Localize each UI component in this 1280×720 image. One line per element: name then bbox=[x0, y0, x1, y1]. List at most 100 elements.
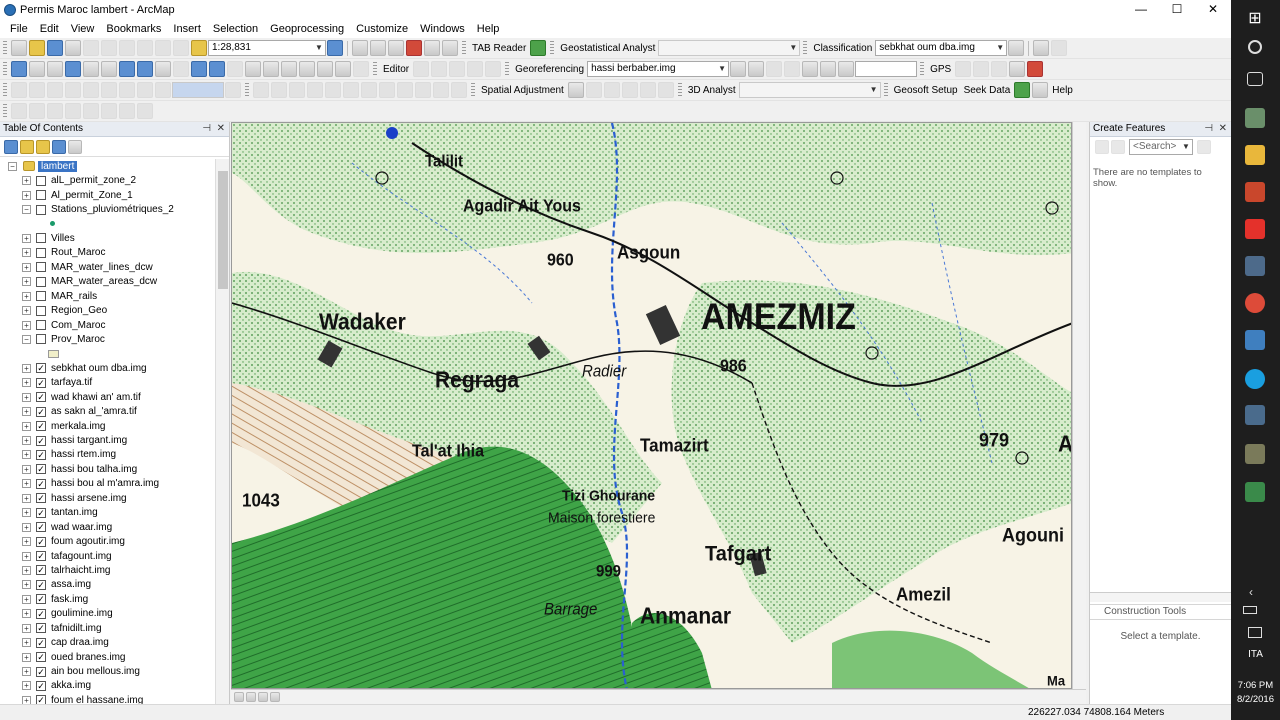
layer-name[interactable]: Rout_Maroc bbox=[51, 247, 105, 258]
toc-layer-row[interactable]: − Prov_Maroc bbox=[0, 332, 214, 346]
toc-layer-row[interactable]: + ✓ fask.img bbox=[0, 592, 214, 606]
scale-icon[interactable] bbox=[784, 61, 801, 77]
layer-visibility-checkbox[interactable]: ✓ bbox=[36, 406, 46, 417]
layer-name[interactable]: foum agoutir.img bbox=[51, 536, 125, 547]
catalog-window-icon[interactable] bbox=[370, 40, 386, 56]
layer-name[interactable]: hassi bou al m'amra.img bbox=[51, 478, 159, 489]
toc-layer-row[interactable]: + ✓ wad waar.img bbox=[0, 520, 214, 534]
error-inspector-icon[interactable] bbox=[325, 82, 341, 98]
create-viewer-window-icon[interactable] bbox=[353, 61, 369, 77]
layer-name[interactable]: ain bou mellous.img bbox=[51, 666, 140, 677]
expand-icon[interactable]: + bbox=[22, 493, 31, 503]
expand-icon[interactable]: + bbox=[22, 291, 31, 301]
draw-polygon-icon[interactable] bbox=[1033, 40, 1050, 56]
geosoft-help-menu[interactable]: Help bbox=[1049, 85, 1076, 96]
app-taskbar-icon[interactable] bbox=[1245, 330, 1265, 350]
chevron-up-icon[interactable]: ‹ bbox=[1249, 585, 1253, 599]
classification-layer-combo[interactable]: sebkhat oum dba.img ▼ bbox=[875, 40, 1008, 56]
expand-icon[interactable]: + bbox=[22, 306, 31, 316]
toc-layer-row[interactable]: + Villes bbox=[0, 231, 214, 245]
hyperlink-icon[interactable] bbox=[227, 61, 243, 77]
menu-selection[interactable]: Selection bbox=[207, 23, 264, 35]
toc-layer-row[interactable]: + ✓ talrhaicht.img bbox=[0, 563, 214, 577]
layer-visibility-checkbox[interactable]: ✓ bbox=[36, 536, 46, 547]
layer-visibility-checkbox[interactable] bbox=[36, 175, 46, 186]
group-icon[interactable] bbox=[433, 82, 449, 98]
distribute-icon[interactable] bbox=[415, 82, 431, 98]
annotation-rotate-icon[interactable] bbox=[47, 103, 63, 119]
toolbar-grip[interactable] bbox=[677, 82, 682, 98]
straight-segment-icon[interactable] bbox=[449, 61, 466, 77]
add-data-icon[interactable] bbox=[191, 40, 207, 56]
layer-name[interactable]: Stations_pluviométriques_2 bbox=[51, 204, 174, 215]
link-table-icon[interactable] bbox=[639, 82, 656, 98]
layer-visibility-checkbox[interactable] bbox=[36, 233, 46, 244]
annotation-leader-icon[interactable] bbox=[119, 103, 135, 119]
toc-layer-row[interactable]: + MAR_rails bbox=[0, 289, 214, 303]
save-icon[interactable] bbox=[47, 40, 63, 56]
toolbar-grip[interactable] bbox=[3, 103, 7, 119]
template-search-combo[interactable]: <Search> ▼ bbox=[1129, 139, 1193, 155]
select-elements-pointer-icon[interactable] bbox=[191, 61, 207, 77]
toc-layer-row[interactable]: + ✓ oued branes.img bbox=[0, 650, 214, 664]
view-link-icon[interactable] bbox=[657, 82, 674, 98]
edit-vertices-icon[interactable] bbox=[485, 61, 502, 77]
pause-drawing-icon[interactable] bbox=[270, 692, 280, 702]
html-popup-icon[interactable] bbox=[245, 61, 261, 77]
annotation-feature-icon[interactable] bbox=[137, 103, 153, 119]
layer-visibility-checkbox[interactable]: ✓ bbox=[36, 377, 46, 388]
layer-name[interactable]: tarfaya.tif bbox=[51, 377, 92, 388]
layer-name[interactable]: MAR_water_areas_dcw bbox=[51, 276, 157, 287]
toolbar-grip[interactable] bbox=[245, 82, 249, 98]
expand-icon[interactable]: + bbox=[22, 450, 31, 460]
layer-visibility-checkbox[interactable]: ✓ bbox=[36, 507, 46, 518]
geostatistical-analyst-menu[interactable]: Geostatistical Analyst bbox=[557, 43, 658, 54]
expand-icon[interactable]: + bbox=[22, 623, 31, 633]
toc-layer-row[interactable]: + ✓ hassi bou al m'amra.img bbox=[0, 477, 214, 491]
expand-icon[interactable]: + bbox=[22, 262, 31, 272]
gps-flag-icon[interactable] bbox=[1027, 61, 1044, 77]
expand-icon[interactable]: + bbox=[22, 378, 31, 388]
layer-name[interactable]: Region_Geo bbox=[51, 305, 107, 316]
layer-visibility-checkbox[interactable]: ✓ bbox=[36, 551, 46, 562]
fixed-zoom-out-icon[interactable] bbox=[101, 61, 117, 77]
tab-reader-icon[interactable] bbox=[530, 40, 547, 56]
expand-icon[interactable]: + bbox=[22, 609, 31, 619]
geosoft-gear-icon[interactable] bbox=[1032, 82, 1049, 98]
toc-root-row[interactable]: − lambert bbox=[0, 159, 214, 173]
layer-visibility-checkbox[interactable]: ✓ bbox=[36, 594, 46, 605]
go-to-xy-icon[interactable] bbox=[317, 61, 333, 77]
align-right-icon[interactable] bbox=[379, 82, 395, 98]
seek-data-icon[interactable] bbox=[1014, 82, 1031, 98]
map-view[interactable]: Talilit Agadir Ait Yous 960 Asgoun AMEZM… bbox=[231, 122, 1072, 689]
adjustment-pointer-icon[interactable] bbox=[567, 82, 584, 98]
annotation-follow-icon[interactable] bbox=[65, 103, 81, 119]
expand-icon[interactable]: + bbox=[22, 537, 31, 547]
annotation-unplaced-icon[interactable] bbox=[101, 103, 117, 119]
rotate-icon[interactable] bbox=[730, 61, 747, 77]
app-taskbar-icon[interactable] bbox=[1245, 444, 1265, 464]
file-explorer-icon[interactable] bbox=[1245, 145, 1265, 165]
topology-icon[interactable] bbox=[11, 82, 27, 98]
clear-selection-icon[interactable] bbox=[173, 61, 189, 77]
edit-annotation-icon[interactable] bbox=[431, 61, 448, 77]
layout-view-icon[interactable] bbox=[246, 692, 256, 702]
search-icon[interactable] bbox=[1248, 40, 1262, 54]
menu-insert[interactable]: Insert bbox=[167, 23, 207, 35]
toolbar-grip[interactable] bbox=[471, 82, 475, 98]
smooth-icon[interactable] bbox=[155, 82, 171, 98]
toc-options-icon[interactable] bbox=[68, 139, 82, 154]
fill-icon[interactable] bbox=[225, 82, 241, 98]
menu-view[interactable]: View bbox=[65, 23, 101, 35]
toc-layer-row[interactable]: + ✓ tarfaya.tif bbox=[0, 376, 214, 390]
layer-visibility-checkbox[interactable]: ✓ bbox=[36, 695, 46, 704]
arcmap-taskbar-icon[interactable] bbox=[1245, 405, 1265, 425]
layer-name[interactable]: Prov_Maroc bbox=[51, 334, 105, 345]
expand-icon[interactable]: + bbox=[22, 580, 31, 590]
expand-icon[interactable]: + bbox=[22, 464, 31, 474]
expand-icon[interactable]: + bbox=[22, 277, 31, 287]
cut-icon[interactable] bbox=[83, 40, 99, 56]
annotation-stack-icon[interactable] bbox=[83, 103, 99, 119]
expand-icon[interactable]: + bbox=[22, 652, 31, 662]
toolbar-grip[interactable] bbox=[803, 40, 808, 56]
